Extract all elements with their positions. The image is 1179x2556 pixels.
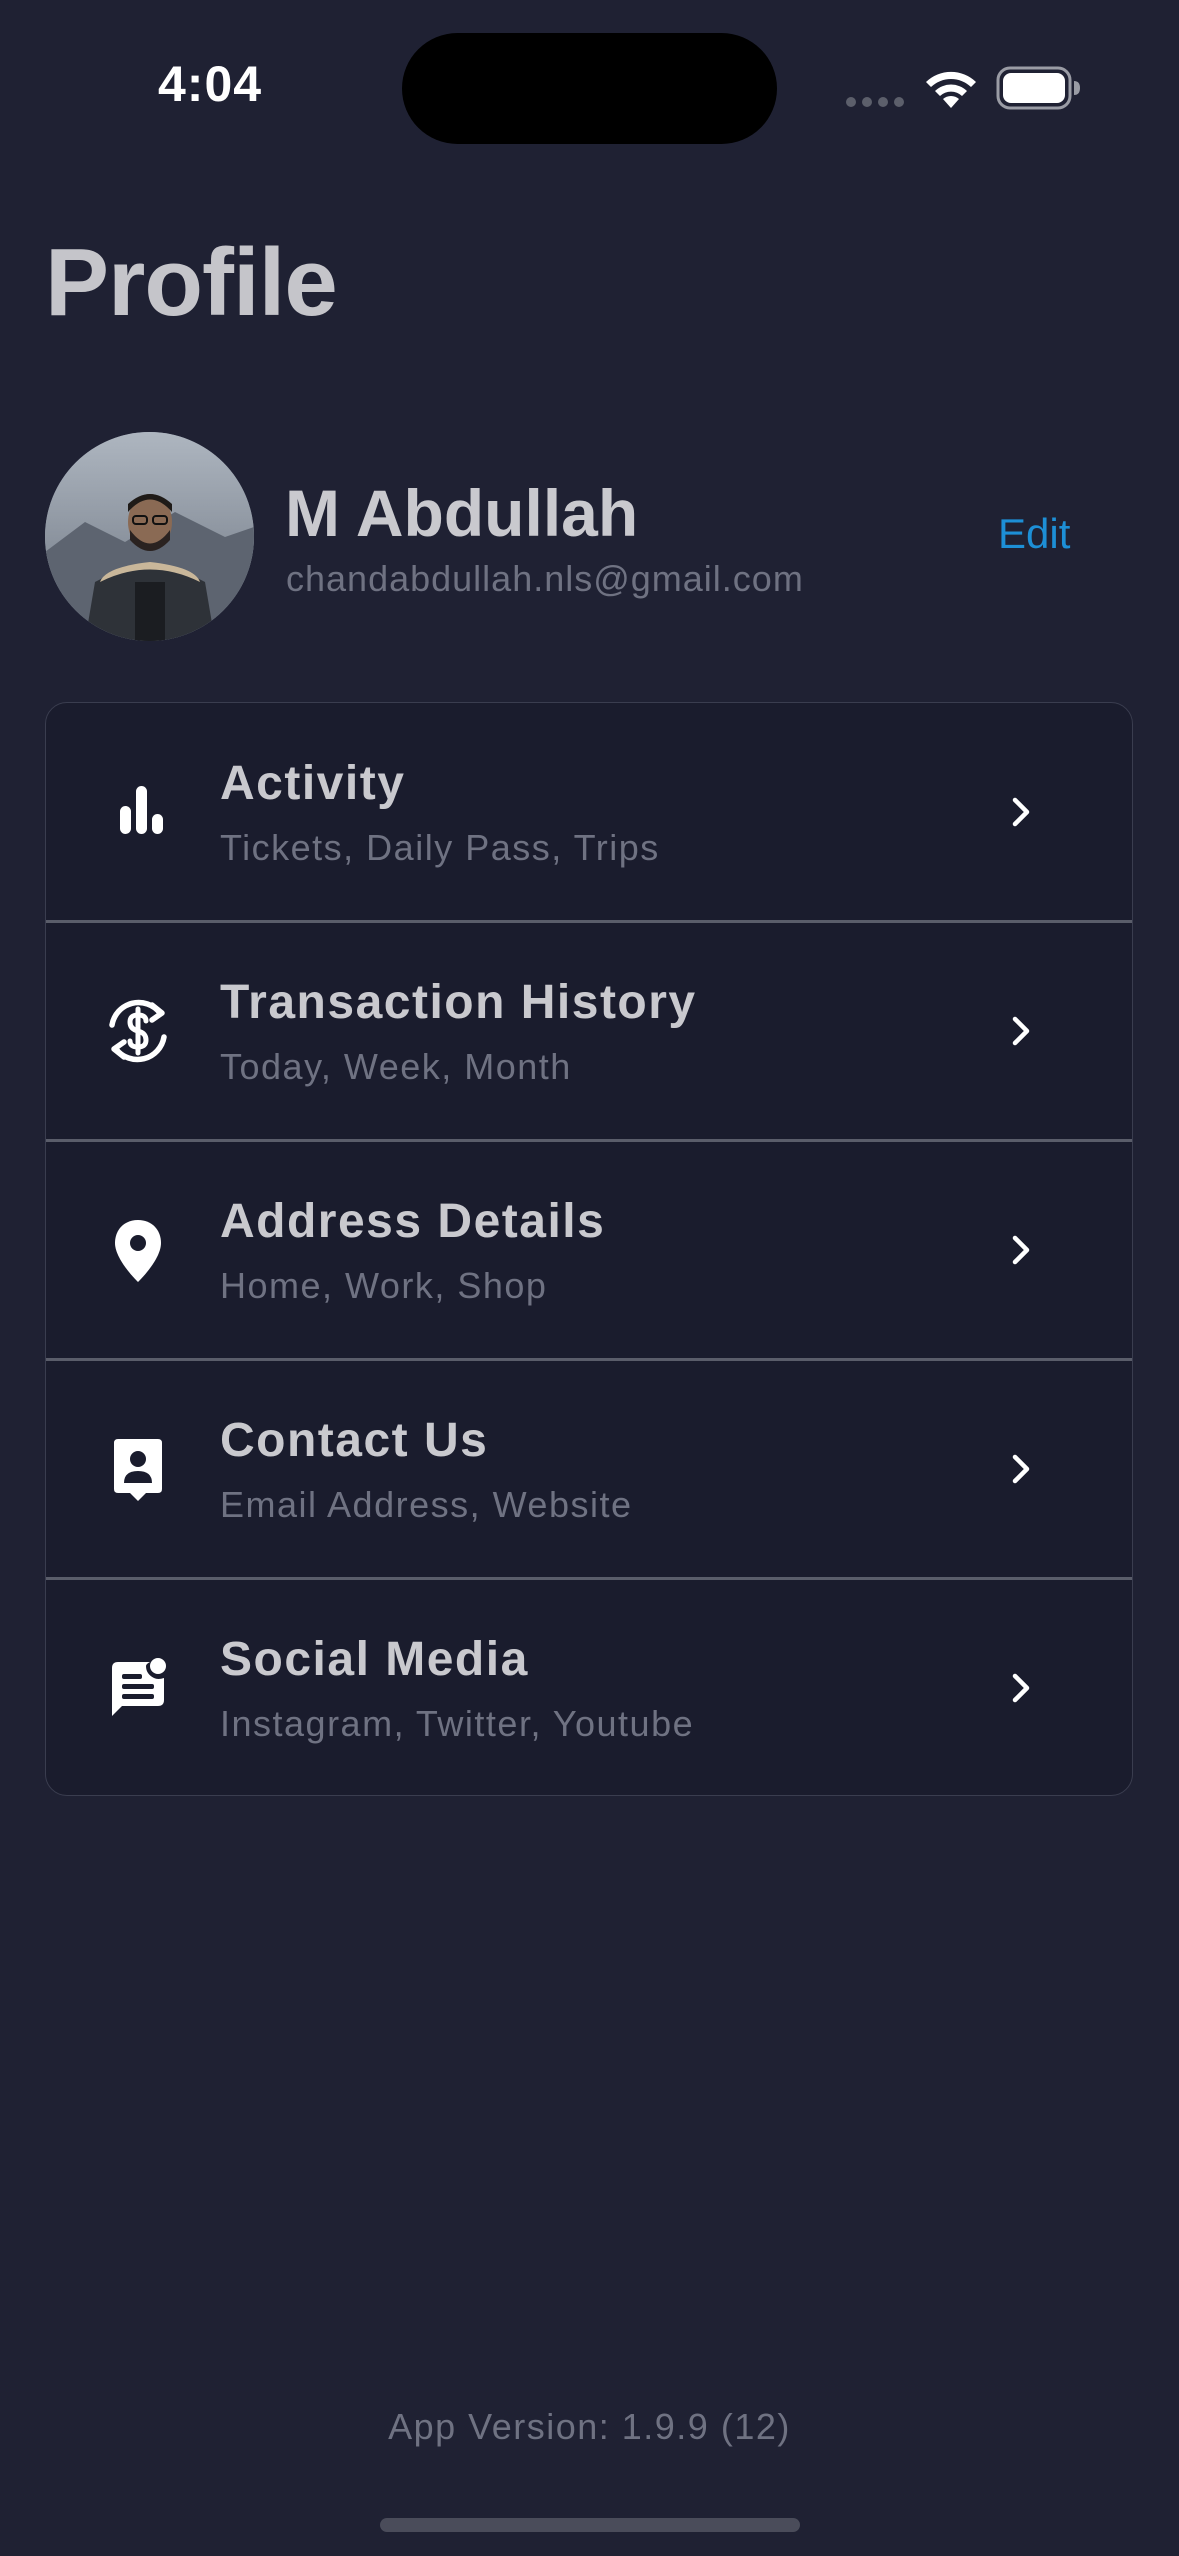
menu-item-social-media[interactable]: Social Media Instagram, Twitter, Youtube xyxy=(46,1579,1132,1795)
page-title: Profile xyxy=(45,229,338,336)
menu-item-title: Address Details xyxy=(220,1195,606,1248)
status-time: 4:04 xyxy=(158,56,263,112)
home-indicator[interactable] xyxy=(380,2518,800,2532)
location-pin-icon xyxy=(115,1220,161,1282)
avatar-photo xyxy=(45,432,254,641)
chevron-right-icon xyxy=(1012,1016,1030,1046)
edit-profile-button[interactable]: Edit xyxy=(998,510,1070,558)
chevron-right-icon xyxy=(1012,1235,1030,1265)
chevron-right-icon xyxy=(1012,1454,1030,1484)
avatar xyxy=(45,432,254,641)
chevron-right-icon xyxy=(1012,797,1030,827)
menu-item-activity[interactable]: Activity Tickets, Daily Pass, Trips xyxy=(46,703,1132,921)
cellular-signal-icon xyxy=(846,97,904,107)
menu-item-contact-us[interactable]: Contact Us Email Address, Website xyxy=(46,1360,1132,1578)
user-email: chandabdullah.nls@gmail.com xyxy=(286,558,804,599)
bar-chart-icon xyxy=(120,786,163,834)
chevron-right-icon xyxy=(1012,1673,1030,1703)
app-version: App Version: 1.9.9 (12) xyxy=(388,2406,791,2447)
user-name: M Abdullah xyxy=(285,476,639,550)
contact-card-icon xyxy=(114,1439,162,1501)
menu-item-subtitle: Instagram, Twitter, Youtube xyxy=(220,1703,695,1744)
status-bar: 4:04 xyxy=(0,0,1179,150)
menu-item-subtitle: Email Address, Website xyxy=(220,1484,633,1525)
battery-icon xyxy=(996,66,1080,110)
menu-item-title: Social Media xyxy=(220,1633,529,1686)
dynamic-island xyxy=(402,33,777,144)
menu-item-transaction-history[interactable]: Transaction History Today, Week, Month xyxy=(46,922,1132,1140)
menu-item-title: Transaction History xyxy=(220,976,697,1029)
menu-item-subtitle: Home, Work, Shop xyxy=(220,1265,548,1306)
menu-item-subtitle: Tickets, Daily Pass, Trips xyxy=(220,827,660,868)
profile-menu: Activity Tickets, Daily Pass, Trips Tran… xyxy=(45,702,1133,1796)
menu-item-subtitle: Today, Week, Month xyxy=(220,1046,572,1087)
chat-notification-icon xyxy=(112,1658,166,1716)
currency-exchange-icon xyxy=(109,999,167,1063)
wifi-icon xyxy=(926,71,976,108)
menu-item-title: Activity xyxy=(220,757,406,810)
menu-item-title: Contact Us xyxy=(220,1414,489,1467)
menu-item-address-details[interactable]: Address Details Home, Work, Shop xyxy=(46,1141,1132,1359)
